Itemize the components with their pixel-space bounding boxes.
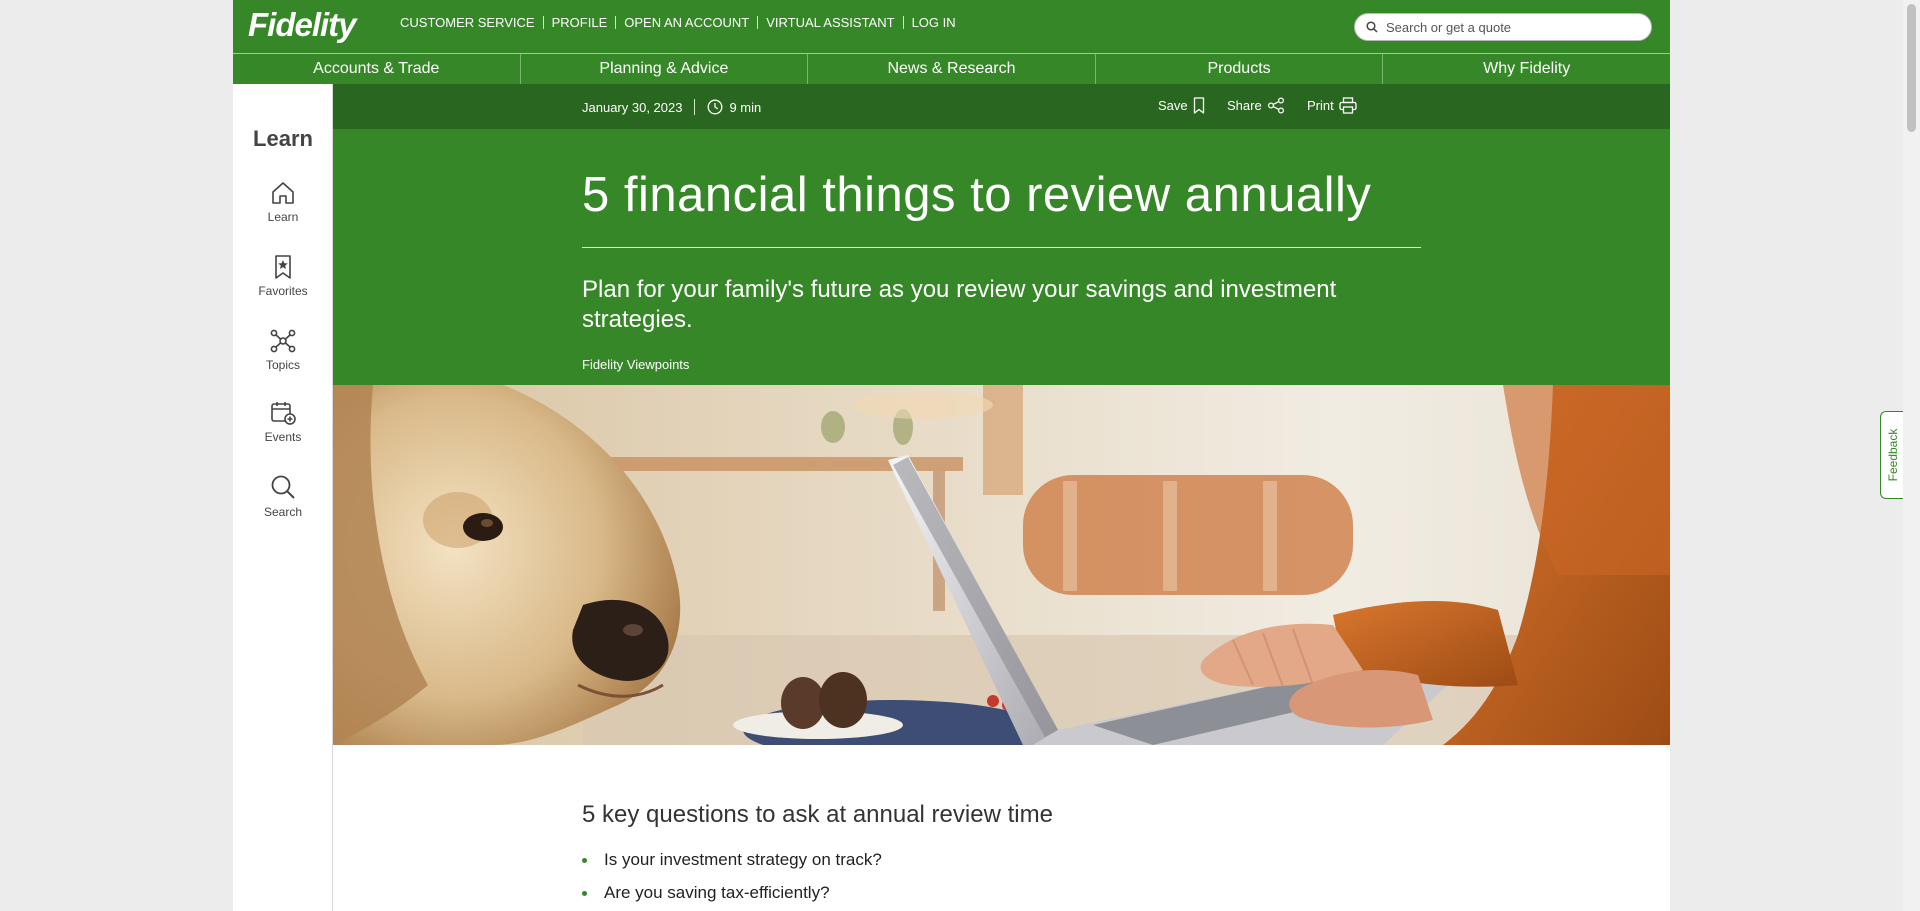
calendar-plus-icon — [271, 402, 296, 425]
article-body: 5 key questions to ask at annual review … — [333, 745, 1670, 911]
search-box[interactable] — [1354, 13, 1652, 41]
feedback-label: Feedback — [1885, 428, 1900, 482]
utility-links: CUSTOMER SERVICE PROFILE OPEN AN ACCOUNT… — [392, 15, 964, 30]
section-heading: 5 key questions to ask at annual review … — [582, 801, 1053, 828]
article-title: 5 financial things to review annually — [582, 168, 1372, 222]
search-icon — [271, 475, 295, 499]
learn-sidebar: Learn Learn Favorites Topics Events Sear… — [233, 84, 333, 911]
page: Fidelity CUSTOMER SERVICE PROFILE OPEN A… — [233, 0, 1670, 911]
virtual-assistant-link[interactable]: VIRTUAL ASSISTANT — [758, 15, 902, 30]
clock-icon — [708, 99, 723, 115]
print-button[interactable]: Print — [1307, 97, 1357, 114]
fidelity-logo[interactable]: Fidelity — [248, 5, 357, 45]
main-nav: Accounts & Trade Planning & Advice News … — [233, 53, 1670, 84]
sidebar-item-label: Search — [263, 505, 303, 519]
sidebar-title: Learn — [253, 126, 313, 151]
list-item: Are you saving tax-efficiently? — [582, 876, 882, 909]
search-input[interactable] — [1384, 18, 1651, 36]
sidebar-item-search[interactable]: Search — [233, 473, 333, 519]
network-icon — [270, 329, 296, 353]
list-item: Is your investment strategy on track? — [582, 843, 882, 876]
sidebar-item-learn[interactable]: Learn — [233, 180, 333, 224]
sidebar-item-topics[interactable]: Topics — [233, 328, 333, 372]
save-button[interactable]: Save — [1158, 97, 1205, 114]
title-divider — [582, 247, 1421, 248]
scrollbar[interactable] — [1903, 0, 1920, 911]
sidebar-item-events[interactable]: Events — [233, 400, 333, 444]
bookmark-icon — [1193, 97, 1204, 114]
scrollbar-thumb[interactable] — [1907, 4, 1916, 132]
bookmark-star-icon — [275, 255, 291, 279]
sidebar-item-favorites[interactable]: Favorites — [233, 254, 333, 298]
feedback-tab[interactable]: Feedback — [1880, 411, 1904, 499]
share-label: Share — [1227, 98, 1262, 113]
nav-planning-advice[interactable]: Planning & Advice — [519, 54, 808, 84]
article-hero: 5 financial things to review annually Pl… — [333, 129, 1670, 385]
log-in-link[interactable]: LOG IN — [904, 15, 964, 30]
article-meta: January 30, 2023 9 min — [582, 99, 761, 115]
publish-date: January 30, 2023 — [582, 99, 683, 115]
home-icon — [272, 182, 294, 204]
divider — [694, 99, 696, 115]
open-account-link[interactable]: OPEN AN ACCOUNT — [616, 15, 757, 30]
save-label: Save — [1158, 98, 1188, 113]
sidebar-item-label: Learn — [267, 210, 299, 224]
customer-service-link[interactable]: CUSTOMER SERVICE — [392, 15, 543, 30]
share-button[interactable]: Share — [1227, 97, 1285, 114]
nav-why-fidelity[interactable]: Why Fidelity — [1382, 54, 1670, 84]
sidebar-item-label: Favorites — [258, 284, 308, 298]
nav-news-research[interactable]: News & Research — [807, 54, 1095, 84]
print-label: Print — [1307, 98, 1334, 113]
read-time: 9 min — [729, 99, 762, 115]
top-header: Fidelity CUSTOMER SERVICE PROFILE OPEN A… — [233, 0, 1670, 53]
dog-laptop-photo — [333, 385, 1670, 745]
nav-accounts-trade[interactable]: Accounts & Trade — [233, 54, 520, 84]
questions-list: Is your investment strategy on track? Ar… — [582, 843, 882, 909]
article-byline: Fidelity Viewpoints — [582, 357, 690, 372]
search-icon — [1366, 21, 1378, 33]
printer-icon — [1339, 97, 1357, 114]
sidebar-item-label: Events — [264, 430, 302, 444]
hero-photo — [333, 385, 1670, 745]
share-icon — [1267, 97, 1284, 114]
sidebar-item-label: Topics — [265, 358, 300, 372]
article-meta-bar: January 30, 2023 9 min Save Share Print — [333, 84, 1670, 129]
article-subtitle: Plan for your family's future as you rev… — [582, 276, 1337, 333]
nav-products[interactable]: Products — [1094, 54, 1383, 84]
profile-link[interactable]: PROFILE — [544, 15, 616, 30]
